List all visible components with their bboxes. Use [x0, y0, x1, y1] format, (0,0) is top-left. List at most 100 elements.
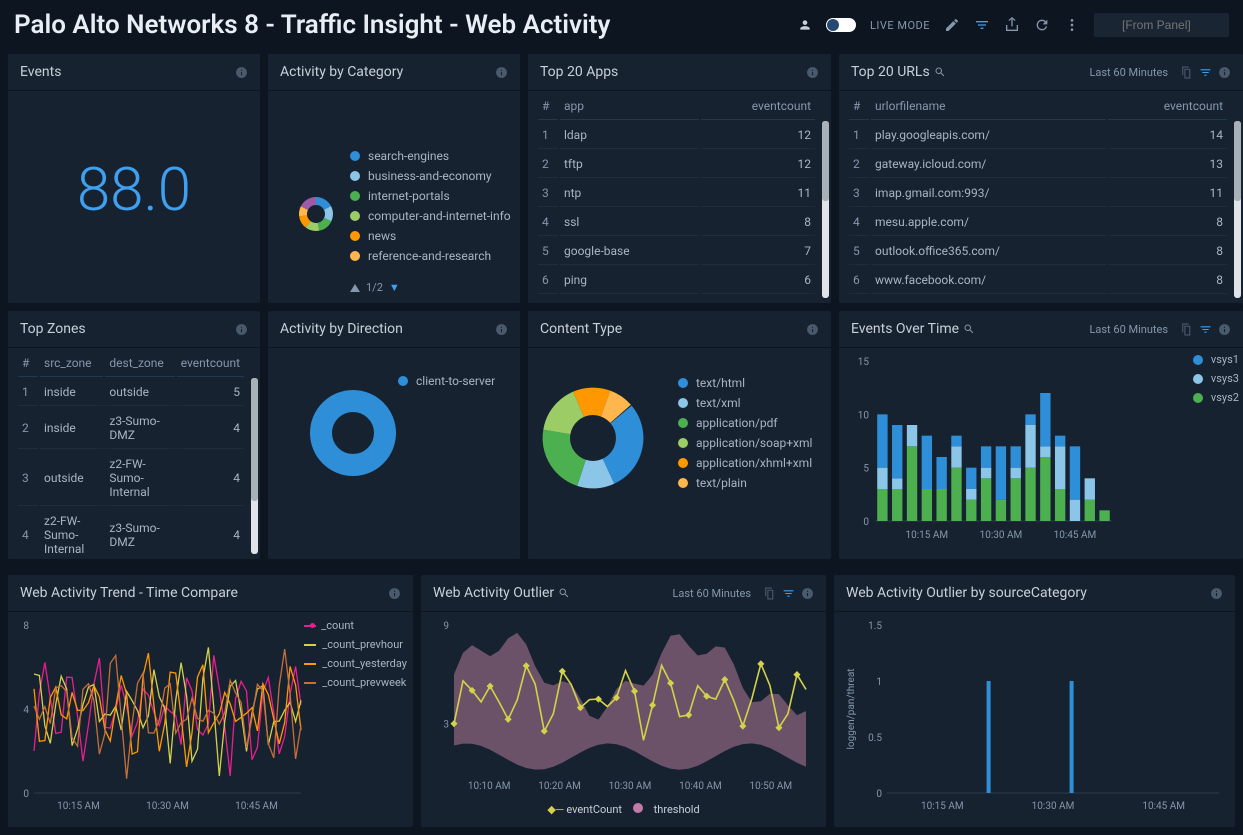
svg-text:10:45 AM: 10:45 AM: [1054, 530, 1097, 541]
svg-text:15: 15: [858, 357, 870, 368]
scrollbar[interactable]: [1234, 121, 1241, 298]
triangle-up-icon: [350, 284, 360, 292]
svg-text:8: 8: [23, 621, 29, 632]
svg-text:10:30 AM: 10:30 AM: [1032, 801, 1075, 812]
info-icon[interactable]: [801, 587, 814, 600]
info-icon[interactable]: [1210, 587, 1223, 600]
table-row[interactable]: 3imap.gmail.com:993/11: [849, 180, 1227, 207]
table-row[interactable]: 2tftp12: [538, 151, 815, 178]
table-row[interactable]: 2gateway.icloud.com/13: [849, 151, 1227, 178]
legend-dot: [678, 478, 688, 488]
svg-text:0: 0: [876, 789, 882, 800]
events-value: 88.0: [16, 99, 252, 225]
svg-text:5: 5: [863, 464, 869, 475]
search-icon[interactable]: [963, 323, 975, 335]
copy-icon[interactable]: [1180, 323, 1193, 336]
legend-dot: [350, 171, 360, 181]
legend-dot: [678, 458, 688, 468]
info-icon[interactable]: [235, 323, 248, 336]
table-row[interactable]: 4ssl8: [538, 209, 815, 236]
svg-text:9: 9: [443, 621, 449, 632]
share-icon[interactable]: [1004, 17, 1020, 33]
scrollbar[interactable]: [822, 121, 829, 298]
scrollbar[interactable]: [251, 378, 258, 554]
info-icon[interactable]: [1218, 66, 1231, 79]
outlier-src-chart: 00.511.5loggen/pan/threat10:15 AM10:30 A…: [842, 620, 1227, 815]
edit-icon[interactable]: [944, 17, 960, 33]
legend-dot: [1193, 374, 1203, 384]
svg-text:10:45 AM: 10:45 AM: [235, 801, 278, 812]
info-icon[interactable]: [235, 66, 248, 79]
legend-dot: [678, 438, 688, 448]
table-row[interactable]: 1insideoutside5: [18, 379, 244, 406]
panel-title: Content Type: [540, 321, 800, 337]
time-range-input[interactable]: [1094, 13, 1229, 37]
events-over-time-chart: 05101510:15 AM10:30 AM10:45 AM: [847, 356, 1177, 546]
search-icon[interactable]: [558, 587, 570, 599]
table-row[interactable]: 3outsidez2-FW-Sumo-Internal4: [18, 451, 244, 506]
time-range-label: Last 60 Minutes: [672, 587, 751, 600]
svg-text:0.5: 0.5: [868, 733, 882, 744]
category-legend: search-engines business-and-economy inte…: [350, 146, 511, 266]
panel-title: Activity by Direction: [280, 321, 489, 337]
triangle-down-icon[interactable]: ▼: [389, 281, 400, 294]
legend-line: [304, 644, 316, 646]
panel-outlier: Web Activity Outlier Last 60 Minutes 391…: [421, 575, 826, 827]
filter-icon[interactable]: [782, 587, 795, 600]
svg-text:10:30 AM: 10:30 AM: [609, 781, 652, 792]
legend-dot: [1193, 355, 1203, 365]
search-icon[interactable]: [934, 66, 946, 78]
top-zones-table: # src_zone dest_zone eventcount 1insideo…: [16, 348, 246, 559]
legend-dot: [350, 151, 360, 161]
panel-activity-category: Activity by Category search-engines busi…: [268, 54, 520, 303]
svg-text:4: 4: [23, 705, 29, 716]
panel-events-over-time: Events Over Time Last 60 Minutes 0510151…: [839, 311, 1243, 559]
more-icon[interactable]: [1064, 17, 1080, 33]
panel-content-type: Content Type text/html text/xml applicat…: [528, 311, 831, 559]
panel-title: Top 20 Apps: [540, 64, 800, 80]
table-row[interactable]: 7graph.facebook.com/7: [849, 296, 1227, 303]
svg-text:10:40 AM: 10:40 AM: [679, 781, 722, 792]
svg-text:0: 0: [863, 517, 869, 528]
table-row[interactable]: 7web-browsing6: [538, 296, 815, 303]
legend-dot: [678, 398, 688, 408]
info-icon[interactable]: [1218, 323, 1231, 336]
info-icon[interactable]: [806, 66, 819, 79]
live-mode-toggle[interactable]: [826, 18, 856, 32]
table-row[interactable]: 5google-base7: [538, 238, 815, 265]
table-row[interactable]: 4z2-FW-Sumo-Internalz3-Sumo-DMZ4: [18, 508, 244, 559]
legend-pager[interactable]: 1/2 ▼: [350, 281, 400, 294]
svg-text:10:30 AM: 10:30 AM: [146, 801, 189, 812]
info-icon[interactable]: [495, 66, 508, 79]
outlier-legend: ◆─ eventCount threshold: [429, 799, 818, 816]
time-range-label: Last 60 Minutes: [1089, 66, 1168, 79]
time-range-input-wrap[interactable]: [1094, 13, 1229, 37]
filter-icon[interactable]: [974, 17, 990, 33]
copy-icon[interactable]: [763, 587, 776, 600]
svg-text:10:20 AM: 10:20 AM: [538, 781, 581, 792]
legend-dot: [1193, 393, 1203, 403]
top-urls-table: # urlorfilename eventcount 1play.googlea…: [847, 91, 1229, 303]
table-row[interactable]: 5outlook.office365.com/8: [849, 238, 1227, 265]
svg-text:10:45 AM: 10:45 AM: [1142, 801, 1185, 812]
legend-dot: [398, 376, 408, 386]
svg-text:10:10 AM: 10:10 AM: [468, 781, 511, 792]
direction-donut-chart: [308, 388, 398, 478]
info-icon[interactable]: [495, 323, 508, 336]
table-row[interactable]: 3ntp11: [538, 180, 815, 207]
info-icon[interactable]: [388, 587, 401, 600]
filter-icon[interactable]: [1199, 323, 1212, 336]
svg-text:10:15 AM: 10:15 AM: [921, 801, 964, 812]
table-row[interactable]: 1play.googleapis.com/14: [849, 122, 1227, 149]
info-icon[interactable]: [806, 323, 819, 336]
filter-icon[interactable]: [1199, 66, 1212, 79]
outlier-chart: 3910:10 AM10:20 AM10:30 AM10:40 AM10:50 …: [429, 620, 814, 795]
svg-text:10:15 AM: 10:15 AM: [906, 530, 949, 541]
table-row[interactable]: 2insidez3-Sumo-DMZ4: [18, 408, 244, 449]
table-row[interactable]: 4mesu.apple.com/8: [849, 209, 1227, 236]
refresh-icon[interactable]: [1034, 17, 1050, 33]
copy-icon[interactable]: [1180, 66, 1193, 79]
table-row[interactable]: 6www.facebook.com/8: [849, 267, 1227, 294]
table-row[interactable]: 1ldap12: [538, 122, 815, 149]
table-row[interactable]: 6ping6: [538, 267, 815, 294]
